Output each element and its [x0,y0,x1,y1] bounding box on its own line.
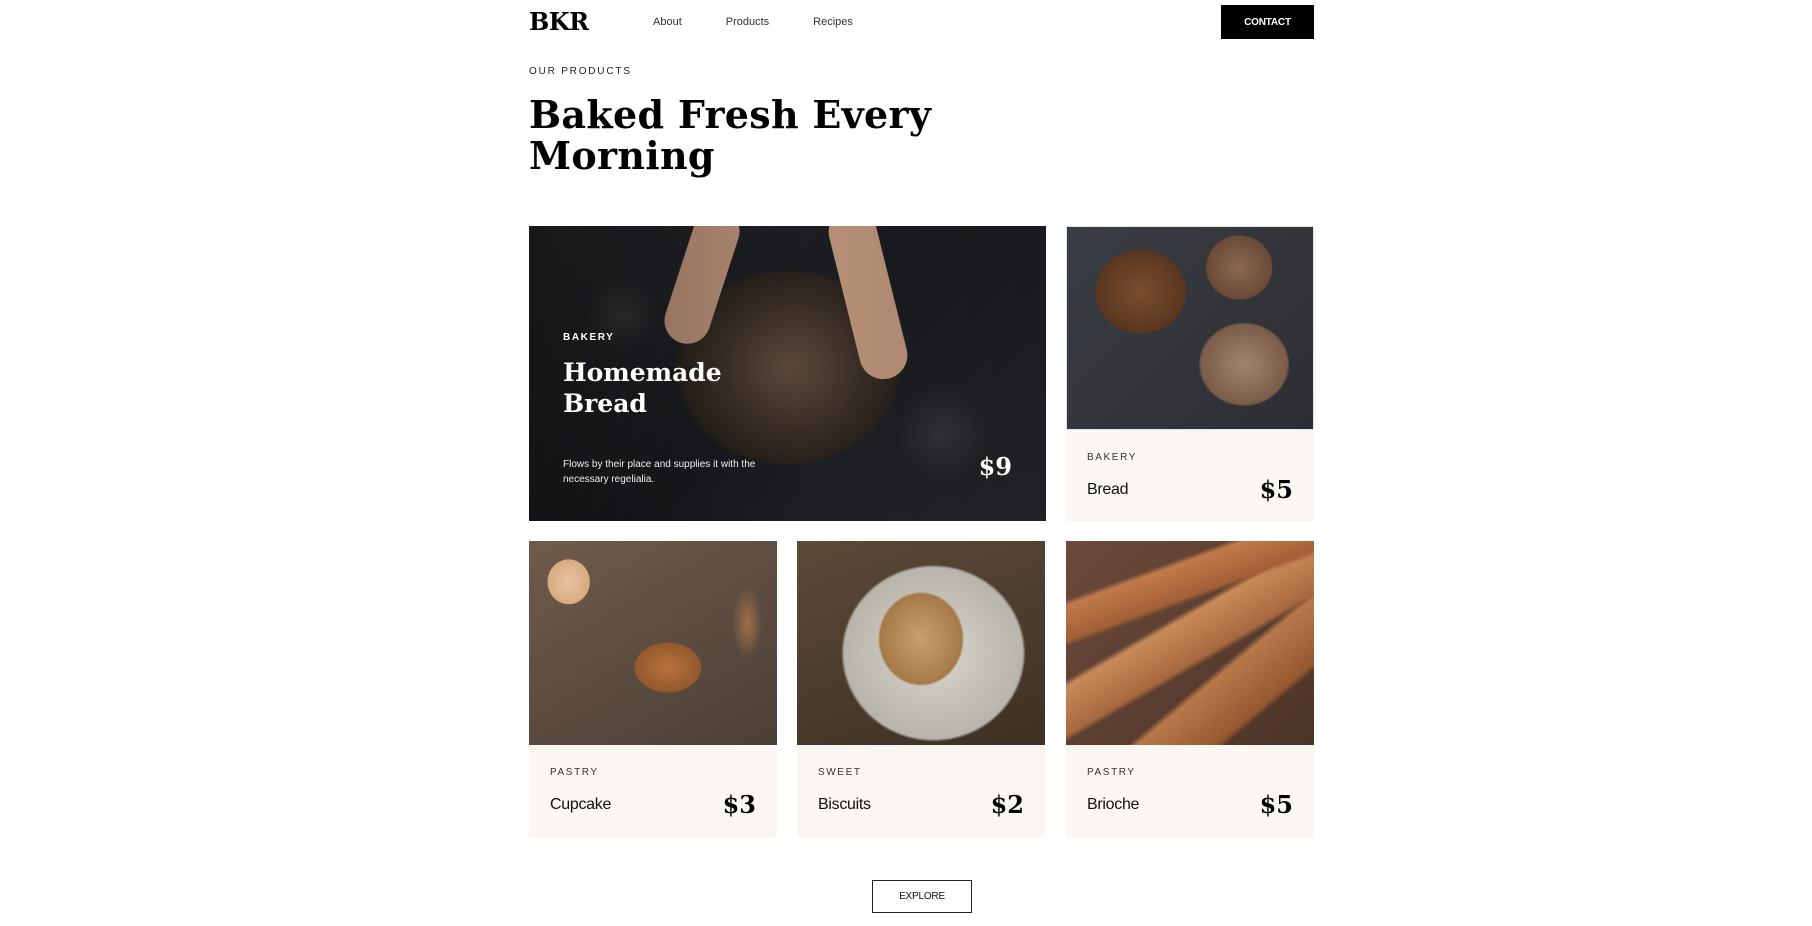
product-price: $3 [722,790,756,819]
featured-product-card[interactable]: BAKERY Homemade Bread Flows by their pla… [529,226,1046,521]
page-title-line2: Morning [529,133,715,178]
featured-title-line2: Bread [563,389,647,418]
product-category: BAKERY [1087,452,1137,463]
section-eyebrow: OUR PRODUCTS [529,66,632,77]
nav-link-recipes[interactable]: Recipes [813,16,853,28]
main-nav: About Products Recipes [653,16,897,28]
product-name: Bread [1087,481,1129,498]
featured-title: Homemade Bread [563,357,823,419]
product-name: Brioche [1087,796,1140,813]
featured-content: BAKERY Homemade Bread [563,332,823,419]
product-name: Biscuits [818,796,871,813]
product-info: SWEET Biscuits $2 [818,745,1024,837]
product-card-cupcake[interactable]: PASTRY Cupcake $3 [529,541,777,837]
product-info: BAKERY Bread $5 [1087,430,1293,521]
product-card-brioche[interactable]: PASTRY Brioche $5 [1066,541,1314,837]
contact-button[interactable]: CONTACT [1221,5,1314,39]
product-name: Cupcake [550,796,612,813]
page-title: Baked Fresh Every Morning [529,94,1049,176]
product-price: $5 [1259,475,1293,504]
featured-price: $9 [978,452,1012,481]
featured-category: BAKERY [563,332,615,343]
nav-link-about[interactable]: About [653,16,682,28]
product-category: PASTRY [550,767,599,778]
featured-title-line1: Homemade [563,358,722,387]
product-card-bread[interactable]: BAKERY Bread $5 [1066,226,1314,521]
site-header: BKR About Products Recipes CONTACT [529,0,1314,44]
product-image [1066,541,1314,745]
explore-button[interactable]: EXPLORE [872,880,972,913]
product-image [1066,226,1314,430]
product-image [529,541,777,745]
product-card-biscuits[interactable]: SWEET Biscuits $2 [797,541,1045,837]
nav-link-products[interactable]: Products [726,16,769,28]
product-image [797,541,1045,745]
product-category: PASTRY [1087,767,1136,778]
product-category: SWEET [818,767,862,778]
product-price: $2 [990,790,1024,819]
product-info: PASTRY Brioche $5 [1087,745,1293,837]
featured-description: Flows by their place and supplies it wit… [563,459,756,485]
page-title-line1: Baked Fresh Every [529,92,932,137]
product-price: $5 [1259,790,1293,819]
logo[interactable]: BKR [529,7,589,36]
product-info: PASTRY Cupcake $3 [550,745,756,837]
